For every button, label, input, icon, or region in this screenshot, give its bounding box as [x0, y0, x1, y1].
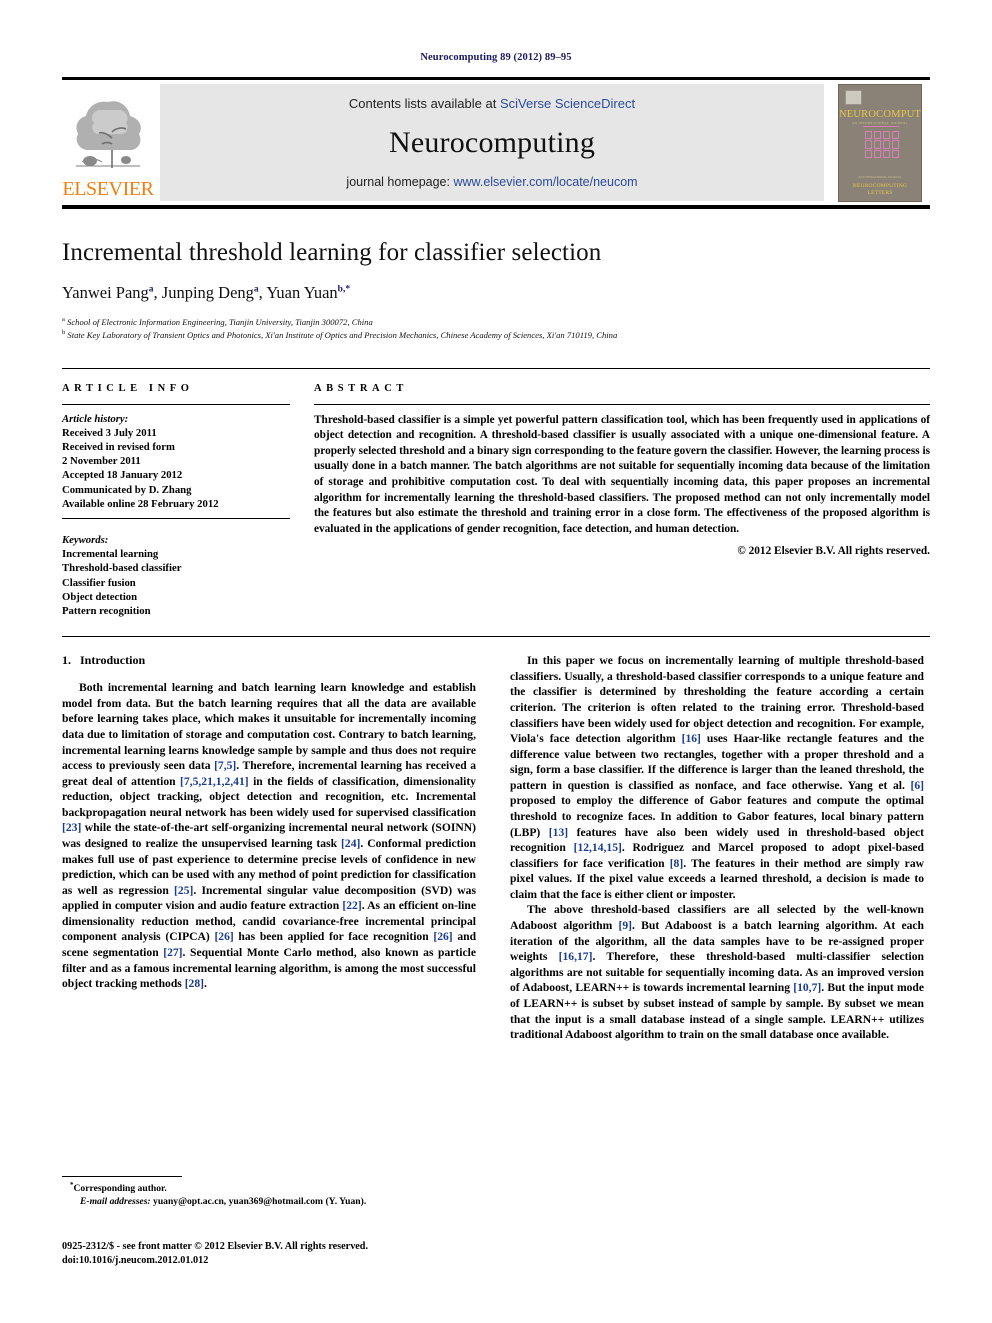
imprint-block: 0925-2312/$ - see front matter © 2012 El… — [62, 1240, 522, 1269]
author-affil-marker-1: a — [148, 284, 154, 295]
article-history-block: Article history: Received 3 July 2011 Re… — [62, 413, 290, 518]
email-label: E-mail addresses: — [80, 1196, 151, 1208]
body-column-left: 1. Introduction Both incremental learning… — [62, 653, 476, 1173]
abstract-copyright: © 2012 Elsevier B.V. All rights reserved… — [737, 545, 930, 558]
abstract-body: Threshold-based classifier is a simple y… — [314, 413, 930, 535]
affiliation-b: b State Key Laboratory of Transient Opti… — [62, 328, 930, 341]
body-separator-rule — [62, 636, 930, 638]
keyword-item: Object detection — [62, 590, 138, 603]
email-values[interactable]: yuany@opt.ac.cn, yuan369@hotmail.com (Y.… — [151, 1196, 366, 1207]
history-line: 2 November 2011 — [62, 455, 141, 468]
author-affil-marker-3: b,* — [337, 284, 351, 295]
issn-front-matter-line: 0925-2312/$ - see front matter © 2012 El… — [62, 1241, 369, 1252]
homepage-prefix: journal homepage: — [346, 175, 454, 189]
page-title: Incremental threshold learning for class… — [62, 239, 602, 266]
info-abstract-row: ARTICLE INFO Article history: Received 3… — [62, 367, 930, 619]
footnote-block: *Corresponding author. E-mail addresses:… — [62, 1176, 476, 1209]
author-name-1: Yanwei Pang — [62, 283, 149, 302]
keywords-block: Keywords: Incremental learning Threshold… — [62, 527, 290, 618]
journal-title: Neurocomputing — [388, 126, 596, 159]
paragraph: The above threshold-based classifiers ar… — [510, 903, 925, 1042]
keyword-item: Incremental learning — [62, 548, 159, 561]
body-column-right: In this paper we focus on incrementally … — [510, 653, 924, 1173]
elsevier-tree-icon — [76, 101, 141, 168]
keyword-item: Pattern recognition — [62, 604, 151, 617]
journal-cover-column: NEUROCOMPUTING AN INTERNATIONAL JOURNAL … — [830, 83, 930, 202]
abstract-column: ABSTRACT Threshold-based classifier is a… — [314, 383, 930, 619]
affiliation-a: a School of Electronic Information Engin… — [62, 315, 930, 328]
affiliation-marker-a: a — [62, 316, 65, 323]
history-line: Received in revised form — [62, 440, 175, 453]
corresponding-author-note: *Corresponding author. — [62, 1181, 476, 1196]
doi-line[interactable]: doi:10.1016/j.neucom.2012.01.012 — [62, 1254, 522, 1268]
abstract-heading: ABSTRACT — [314, 382, 408, 394]
affiliation-text-b: State Key Laboratory of Transient Optics… — [67, 330, 618, 341]
keyword-item: Classifier fusion — [62, 576, 136, 589]
paragraph: Both incremental learning and batch lear… — [62, 681, 477, 991]
contents-available-line: Contents lists available at SciVerse Sci… — [349, 96, 635, 111]
author-name-3: Yuan Yuan — [266, 283, 338, 302]
section-title: Introduction — [80, 653, 146, 668]
cover-accent-bar — [863, 125, 899, 127]
article-info-column: ARTICLE INFO Article history: Received 3… — [62, 383, 290, 619]
keyword-item: Threshold-based classifier — [62, 562, 182, 575]
cover-footer-line1: NEUROCOMPUTING — [852, 182, 908, 189]
affiliation-marker-b: b — [62, 329, 66, 337]
section-heading-introduction: 1. Introduction — [62, 653, 476, 668]
article-info-rule-top — [62, 403, 290, 405]
journal-homepage-line: journal homepage: www.elsevier.com/locat… — [346, 175, 637, 189]
title-block: Incremental threshold learning for class… — [62, 239, 930, 342]
author-affil-marker-2: a — [253, 284, 259, 295]
cover-footer-small: AN INTERNATIONAL JOURNAL — [858, 174, 902, 179]
affiliation-text-a: School of Electronic Information Enginee… — [67, 316, 373, 327]
journal-masthead: ELSEVIER Contents lists available at Sci… — [62, 77, 930, 209]
cover-grid-graphic — [865, 130, 899, 159]
sciencedirect-link[interactable]: SciVerse ScienceDirect — [500, 96, 635, 111]
history-line: Available online 28 February 2012 — [62, 497, 219, 510]
author-name-2: Junping Deng — [161, 283, 254, 302]
section-number: 1. — [62, 653, 71, 668]
article-page: Neurocomputing 89 (2012) 89–95 ELSEVIER … — [0, 0, 992, 1323]
elsevier-logo: ELSEVIER — [62, 84, 154, 201]
email-addresses-note: E-mail addresses: yuany@opt.ac.cn, yuan3… — [62, 1196, 476, 1209]
corresponding-author-text: Corresponding author. — [73, 1183, 167, 1195]
cover-title: NEUROCOMPUTING — [839, 108, 922, 120]
article-history-label: Article history: — [62, 412, 129, 425]
cover-footer-line2: LETTERS — [867, 189, 893, 196]
abstract-rule — [314, 403, 930, 405]
masthead-center: Contents lists available at SciVerse Sci… — [160, 84, 824, 201]
journal-homepage-link[interactable]: www.elsevier.com/locate/neucom — [453, 175, 637, 189]
elsevier-wordmark: ELSEVIER — [62, 178, 154, 200]
footnote-rule — [62, 1176, 182, 1177]
article-info-heading: ARTICLE INFO — [62, 382, 194, 394]
history-line: Communicated by D. Zhang — [62, 483, 192, 496]
cover-publisher-icon — [845, 89, 862, 105]
history-line: Accepted 18 January 2012 — [62, 469, 183, 482]
contents-prefix: Contents lists available at — [348, 96, 500, 111]
running-head: Neurocomputing 89 (2012) 89–95 — [420, 52, 572, 63]
history-line: Received 3 July 2011 — [62, 426, 157, 439]
journal-cover-thumbnail: NEUROCOMPUTING AN INTERNATIONAL JOURNAL … — [838, 83, 922, 202]
paragraph: In this paper we focus on incrementally … — [510, 654, 924, 901]
body-two-column: 1. Introduction Both incremental learning… — [62, 653, 930, 1173]
cover-subtitle: AN INTERNATIONAL JOURNAL — [851, 120, 909, 125]
article-info-rule-mid — [62, 518, 290, 520]
author-list: Yanwei Panga, Junping Denga, Yuan Yuanb,… — [62, 283, 351, 302]
keywords-label: Keywords: — [62, 534, 109, 547]
